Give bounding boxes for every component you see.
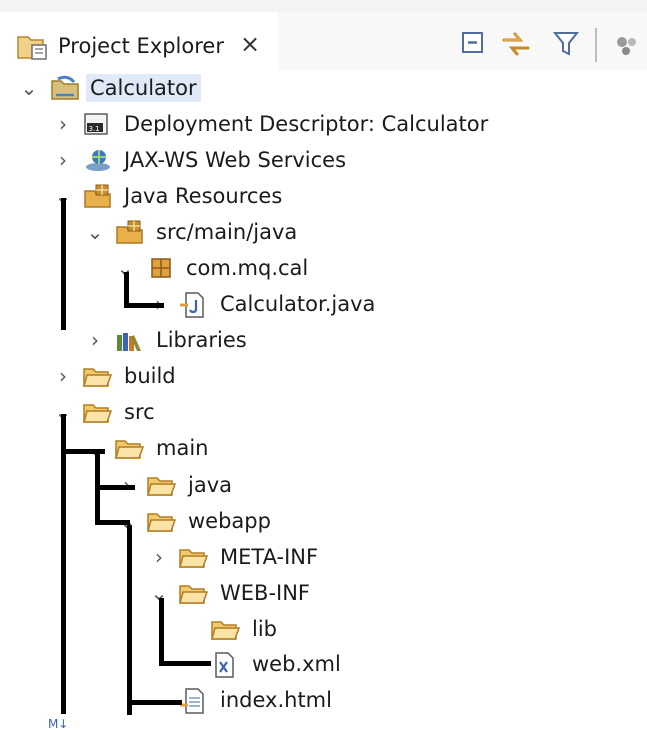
tree-label: java	[188, 473, 232, 497]
package-icon	[146, 255, 176, 281]
tree-label: com.mq.cal	[186, 256, 309, 280]
folder-icon	[178, 544, 209, 570]
web-project-icon	[50, 75, 80, 101]
annotation-line	[95, 485, 135, 490]
tree-label: webapp	[188, 509, 271, 533]
collapse-all-icon[interactable]	[460, 29, 486, 61]
collapse-twisty-icon[interactable]: ›	[54, 365, 72, 387]
annotation-line	[127, 700, 182, 705]
tree-label: Calculator	[86, 74, 201, 102]
toolbar-separator	[595, 28, 597, 62]
filter-icon[interactable]	[552, 29, 580, 63]
expand-twisty-icon[interactable]: ⌄	[20, 77, 38, 99]
collapse-twisty-icon[interactable]: ›	[86, 329, 104, 351]
collapse-twisty-icon[interactable]: ›	[54, 149, 72, 171]
tree-label: lib	[252, 617, 277, 641]
deployment-descriptor-icon: 3.1	[82, 111, 112, 137]
tree-label: Deployment Descriptor: Calculator	[124, 112, 489, 136]
folder-icon	[82, 363, 113, 389]
tree-label: index.html	[220, 688, 332, 712]
java-resources-icon	[82, 183, 112, 209]
tree-label: src	[124, 400, 155, 424]
annotation-line	[159, 598, 164, 666]
annotation-line	[127, 525, 132, 715]
annotation-line	[124, 303, 164, 308]
collapse-twisty-icon[interactable]: ›	[150, 546, 168, 568]
tree-label: Java Resources	[124, 184, 283, 208]
svg-text:M↓: M↓	[48, 717, 68, 730]
project-explorer-icon	[16, 33, 50, 65]
tree-label: src/main/java	[156, 220, 298, 244]
annotation-line	[159, 661, 211, 666]
java-file-icon	[178, 291, 208, 318]
web-services-icon	[82, 147, 112, 173]
cut-off-row: M↓	[0, 714, 647, 730]
tree-label: JAX-WS Web Services	[124, 148, 347, 172]
tree-label: WEB-INF	[220, 581, 310, 605]
markdown-file-icon: M↓	[48, 714, 78, 730]
tree-label: build	[124, 364, 176, 388]
expand-twisty-icon[interactable]: ⌄	[86, 221, 104, 243]
source-folder-icon	[114, 219, 144, 245]
libraries-icon	[114, 327, 144, 353]
tree-label: web.xml	[252, 652, 341, 676]
open-folder-icon	[114, 435, 145, 461]
view-menu-icon[interactable]	[612, 29, 642, 63]
link-with-editor-icon[interactable]	[500, 29, 532, 63]
html-file-icon	[178, 687, 208, 714]
annotation-line	[61, 414, 66, 714]
annotation-line	[95, 520, 130, 525]
annotation-line	[61, 198, 66, 330]
open-folder-icon	[82, 399, 113, 425]
view-title: Project Explorer	[58, 34, 224, 58]
svg-text:3.1: 3.1	[89, 125, 100, 133]
collapse-twisty-icon[interactable]: ›	[54, 113, 72, 135]
folder-icon	[210, 616, 241, 642]
xml-file-icon	[210, 651, 240, 678]
tree-label: Libraries	[156, 328, 247, 352]
close-icon[interactable]: ×	[240, 31, 260, 57]
tree-label: Calculator.java	[220, 292, 376, 316]
open-folder-icon	[178, 580, 209, 606]
open-folder-icon	[146, 508, 177, 534]
folder-icon	[146, 472, 177, 498]
tree-label: main	[156, 436, 209, 460]
tree-label: META-INF	[220, 545, 319, 569]
top-strip	[0, 0, 647, 12]
